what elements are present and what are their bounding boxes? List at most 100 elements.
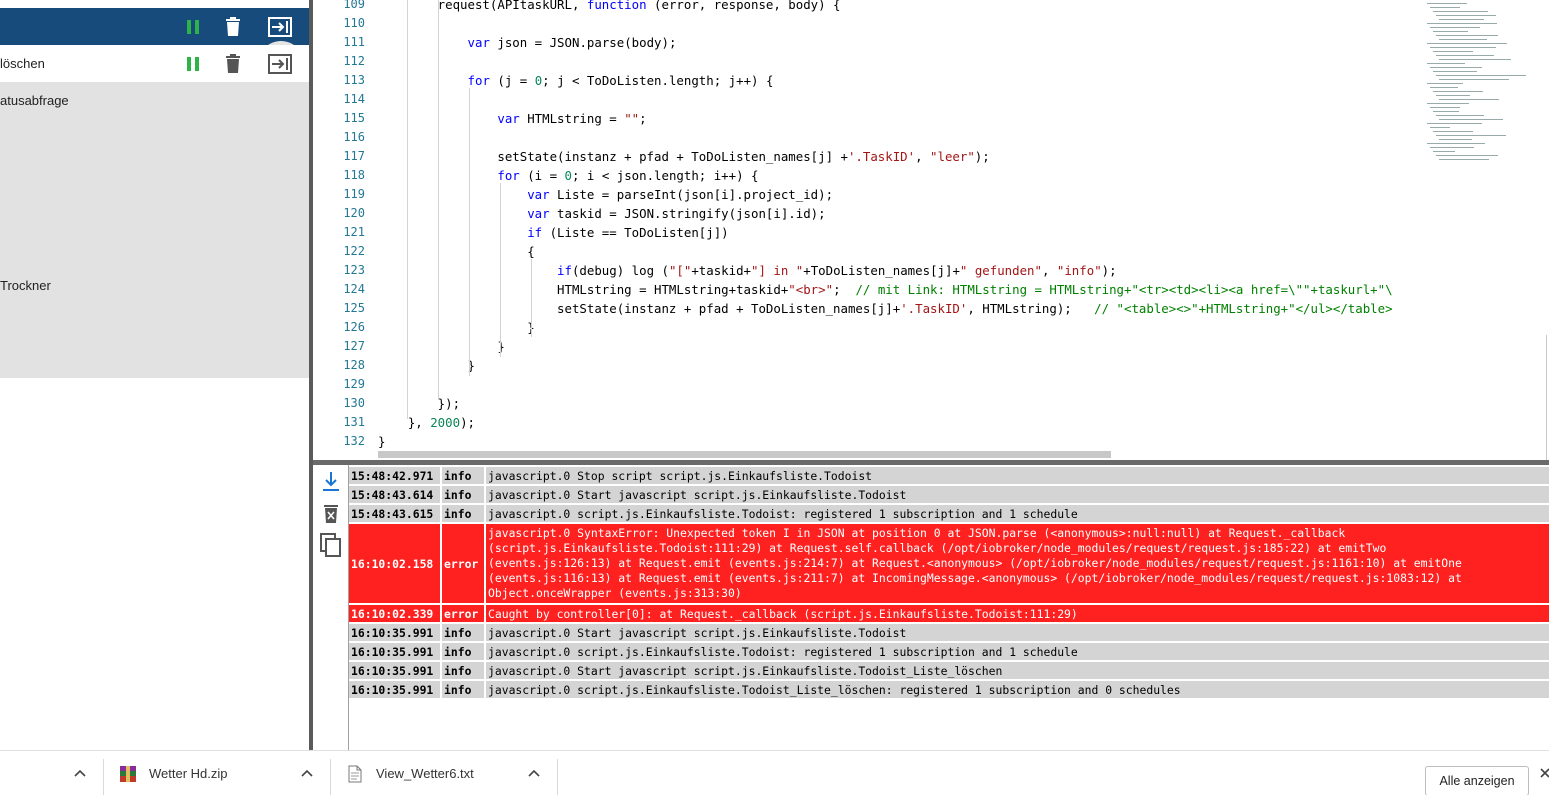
divider	[557, 759, 558, 795]
code-line[interactable]: for (i = 0; i < json.length; i++) {	[378, 166, 758, 185]
code-token: (debug) log (	[571, 263, 669, 278]
code-line[interactable]: var Liste = parseInt(json[i].project_id)…	[378, 185, 833, 204]
download-bar: Wetter Hd.zip View_Wetter6.txt	[0, 750, 1549, 795]
download-item[interactable]: View_Wetter6.txt	[348, 751, 474, 795]
code-line[interactable]: if (Liste == ToDoListen[j])	[378, 223, 729, 242]
export-icon[interactable]	[268, 52, 292, 76]
line-number: 127	[343, 339, 365, 353]
chevron-up-icon[interactable]	[70, 763, 90, 783]
log-severity: info	[442, 486, 486, 503]
code-token: {	[378, 244, 535, 259]
line-number: 117	[343, 149, 365, 163]
code-line[interactable]: }	[378, 356, 475, 375]
minimap-line	[1430, 27, 1480, 28]
log-row[interactable]: 15:48:43.614 info javascript.0 Start javas…	[349, 486, 1549, 503]
minimap-line	[1427, 143, 1485, 144]
code-token: if	[527, 225, 543, 240]
line-number: 118	[343, 168, 365, 182]
scroll-down-icon[interactable]	[319, 469, 343, 493]
minimap-line	[1433, 91, 1483, 92]
vertical-scrollbar[interactable]	[1546, 335, 1547, 460]
log-row[interactable]: 16:10:02.339 error Caught by controller[0]…	[349, 605, 1549, 622]
code-token: (error, response, body) {	[646, 0, 841, 12]
horizontal-scrollbar[interactable]	[378, 451, 1111, 458]
code-token: (j =	[489, 73, 535, 88]
code-line[interactable]: var taskid = JSON.stringify(json[i].id);	[378, 204, 826, 223]
minimap-line	[1439, 79, 1509, 80]
minimap-line	[1427, 123, 1482, 124]
code-token: "<br>"	[788, 282, 834, 297]
chevron-up-icon[interactable]	[524, 763, 544, 783]
code-line[interactable]: {	[378, 242, 535, 261]
log-severity: error	[442, 605, 486, 622]
delete-icon[interactable]	[221, 52, 245, 76]
code-token: taskid = JSON.stringify(json[i].id);	[549, 206, 826, 221]
code-minimap[interactable]	[1423, 0, 1549, 460]
minimap-line	[1439, 159, 1489, 160]
script-row[interactable]: löschen	[0, 45, 310, 82]
chevron-up-icon[interactable]	[297, 763, 317, 783]
code-line[interactable]: request(APItaskURL, function (error, res…	[378, 0, 841, 14]
code-line[interactable]: var json = JSON.parse(body);	[378, 33, 677, 52]
minimap-line	[1430, 147, 1474, 148]
code-token: if	[557, 263, 572, 278]
code-token: "["	[668, 263, 692, 278]
pause-icon[interactable]	[181, 15, 205, 39]
clear-log-icon[interactable]	[319, 502, 343, 526]
indent-guide	[407, 0, 408, 419]
log-row[interactable]: 15:48:43.615 info javascript.0 script.js.E…	[349, 505, 1549, 522]
copy-icon[interactable]	[319, 533, 343, 557]
minimap-line	[1436, 135, 1506, 136]
minimap-line	[1427, 43, 1507, 44]
line-number: 122	[343, 244, 365, 258]
log-row[interactable]: 15:48:42.971 info javascript.0 Stop script…	[349, 467, 1549, 484]
show-all-button[interactable]: Alle anzeigen	[1425, 766, 1529, 795]
pause-icon[interactable]	[181, 52, 205, 76]
line-number: 121	[343, 225, 365, 239]
log-row[interactable]: 16:10:35.991 info javascript.0 Start javas…	[349, 662, 1549, 679]
code-line[interactable]: var HTMLstring = "";	[378, 109, 647, 128]
code-line[interactable]: if(debug) log ("["+taskid+"] in "+ToDoLi…	[378, 261, 1117, 280]
code-token: ;	[833, 282, 856, 297]
code-line[interactable]: });	[378, 394, 460, 413]
code-token: "info"	[1056, 263, 1102, 278]
export-icon[interactable]	[268, 15, 292, 39]
text-file-icon	[348, 765, 364, 783]
download-filename: Wetter Hd.zip	[149, 766, 228, 781]
delete-icon[interactable]	[221, 15, 245, 39]
log-time: 16:10:35.991	[349, 681, 442, 698]
minimap-line	[1430, 127, 1450, 128]
log-row[interactable]: 16:10:02.158 error javascript.0 SyntaxErro…	[349, 524, 1549, 603]
minimap-line	[1436, 115, 1484, 116]
line-number: 109	[343, 0, 365, 11]
minimap-line	[1433, 111, 1459, 112]
log-row[interactable]: 16:10:35.991 info javascript.0 script.js.E…	[349, 681, 1549, 698]
folder-item-label[interactable]: atusabfrage	[0, 93, 69, 108]
line-number: 114	[343, 92, 365, 106]
code-editor[interactable]: 109 110 111 112 113 114 115 116 117 118 119 120 121 1…	[313, 0, 1549, 460]
code-token: HTMLstring =	[519, 111, 625, 126]
code-token: for	[497, 168, 520, 183]
log-row[interactable]: 16:10:35.991 info javascript.0 script.js.E…	[349, 643, 1549, 660]
line-number: 120	[343, 206, 365, 220]
close-icon[interactable]	[1535, 763, 1549, 783]
code-token: (Liste == ToDoListen[j])	[542, 225, 729, 240]
code-line[interactable]: }	[378, 432, 385, 451]
log-row[interactable]: 16:10:35.991 info javascript.0 Start javas…	[349, 624, 1549, 641]
minimap-line	[1439, 19, 1484, 20]
script-row-selected[interactable]	[0, 8, 310, 45]
minimap-line	[1436, 155, 1498, 156]
code-line[interactable]: }	[378, 318, 534, 337]
download-item[interactable]: Wetter Hd.zip	[119, 751, 228, 795]
log-time: 16:10:35.991	[349, 643, 442, 660]
code-line[interactable]: }	[378, 337, 504, 356]
code-line[interactable]: }, 2000);	[378, 413, 475, 432]
download-filename: View_Wetter6.txt	[376, 766, 474, 781]
minimap-line	[1436, 55, 1494, 56]
line-number: 112	[343, 54, 365, 68]
folder-item-label[interactable]: Trockner	[0, 278, 51, 293]
log-message: javascript.0 Start javascript script.js.…	[486, 624, 1549, 641]
code-token: ;	[639, 111, 647, 126]
